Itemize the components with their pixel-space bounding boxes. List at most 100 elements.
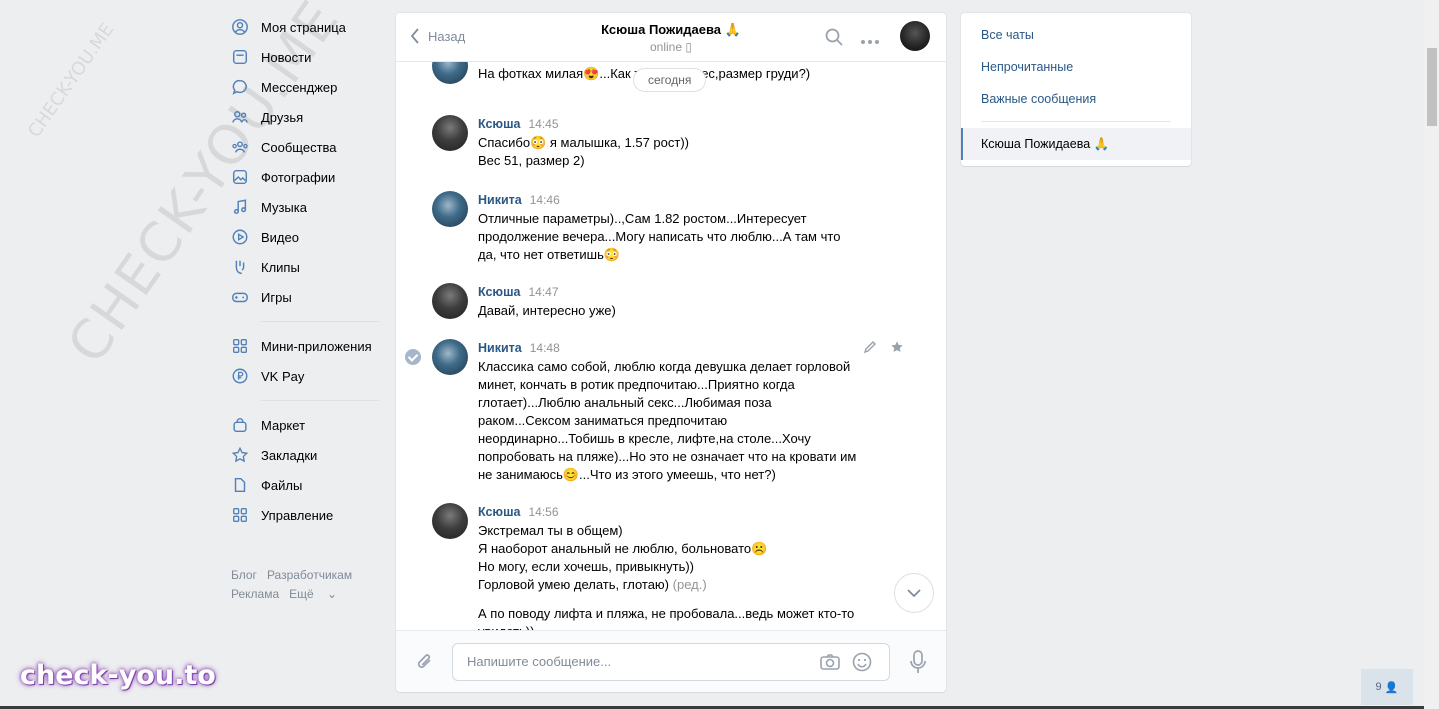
nav-label: Видео [261,229,299,245]
message-icon [231,78,249,96]
nav-item-clips[interactable]: Клипы [231,252,391,282]
chat-header: Назад Ксюша Пожидаева 🙏 online ▯ [396,13,946,62]
nav-item-bookmarks[interactable]: Закладки [231,440,391,470]
nav-item-manage[interactable]: Управление [231,500,391,530]
nav-item-vk-pay[interactable]: VK Pay [231,361,391,391]
chevron-down-icon [907,589,921,597]
more-icon[interactable] [860,33,880,48]
avatar[interactable] [432,191,468,227]
avatar[interactable] [432,115,468,151]
edited-label[interactable]: (ред.) [673,577,707,592]
nav-label: Сообщества [261,139,337,155]
left-navigation: Моя страница Новости Мессенджер Друзья С… [231,12,391,604]
nav-item-files[interactable]: Файлы [231,470,391,500]
message-input[interactable] [465,653,809,670]
nav-item-video[interactable]: Видео [231,222,391,252]
clips-icon [231,258,249,276]
nav-label: Моя страница [261,19,346,35]
nav-item-messenger[interactable]: Мессенджер [231,72,391,102]
edit-icon[interactable] [863,340,877,357]
footer-more-label: Ещё [289,587,314,601]
avatar[interactable] [432,283,468,319]
nav-label: Мини-приложения [261,338,372,354]
nav-item-my-page[interactable]: Моя страница [231,12,391,42]
news-icon [231,48,249,66]
nav-item-friends[interactable]: Друзья [231,102,391,132]
message-time: 14:48 [529,341,560,355]
nav-item-communities[interactable]: Сообщества [231,132,391,162]
filter-unread[interactable]: Непрочитанные [981,60,1073,74]
message-time: 14:56 [528,505,559,519]
online-friends-counter[interactable]: 9 👤 [1361,669,1413,705]
nav-label: Игры [261,289,292,305]
nav-label: Музыка [261,199,307,215]
avatar[interactable] [432,503,468,539]
video-icon [231,228,249,246]
message-author[interactable]: Ксюша 14:45 [478,117,559,131]
microphone-icon[interactable] [908,649,928,678]
nav-item-music[interactable]: Музыка [231,192,391,222]
author-name: Никита [478,193,522,207]
message-author[interactable]: Никита 14:46 [478,193,560,207]
nav-item-photos[interactable]: Фотографии [231,162,391,192]
person-icon: 👤 [1384,681,1399,694]
compose-bar [396,630,946,692]
filter-all-chats[interactable]: Все чаты [981,28,1034,42]
chat-filter-panel: Все чаты Непрочитанные Важные сообщения … [961,13,1191,166]
search-icon[interactable] [824,27,844,50]
emoji-icon[interactable] [852,652,872,675]
nav-item-mini-apps[interactable]: Мини-приложения [231,331,391,361]
nav-label: Фотографии [261,169,336,185]
nav-item-news[interactable]: Новости [231,42,391,72]
nav-item-market[interactable]: Маркет [231,410,391,440]
user-circle-icon [231,18,249,36]
footer-more-link[interactable]: Ещё ⌄ [289,587,347,601]
music-icon [231,198,249,216]
mobile-icon: ▯ [685,40,692,54]
chat-window: Назад Ксюша Пожидаева 🙏 online ▯ сегодня… [396,13,946,692]
nav-item-games[interactable]: Игры [231,282,391,312]
footer-blog-link[interactable]: Блог [231,568,257,582]
bag-icon [231,416,249,434]
nav-divider [261,400,379,401]
message-text: Отличные параметры)..,Сам 1.82 ростом...… [478,211,841,262]
avatar[interactable] [432,339,468,375]
footer-devs-link[interactable]: Разработчикам [267,568,352,582]
select-check-icon[interactable] [405,349,421,365]
message-time: 14:46 [529,193,560,207]
message-author[interactable]: Никита 14:48 [478,341,560,355]
nav-label: Друзья [261,109,304,125]
panel-divider [981,121,1171,122]
nav-label: VK Pay [261,368,305,384]
footer-ads-link[interactable]: Реклама [231,587,279,601]
nav-label: Маркет [261,417,306,433]
message-text: Спасибо😳 я малышка, 1.57 рост)) Вес 51, … [478,135,689,168]
message-time: 14:47 [528,285,559,299]
file-icon [231,476,249,494]
message-input-box [452,643,890,681]
nav-label: Закладки [261,447,318,463]
ruble-icon [231,367,249,385]
active-chat-item[interactable]: Ксюша Пожидаева 🙏 [961,128,1191,160]
avatar[interactable] [432,62,468,84]
author-name: Ксюша [478,505,521,519]
star-icon[interactable] [890,340,904,357]
scrollbar-thumb[interactable] [1427,48,1437,126]
attach-icon[interactable] [414,651,436,676]
filter-important[interactable]: Важные сообщения [981,92,1096,106]
page-scrollbar[interactable] [1424,0,1439,709]
author-name: Ксюша [478,117,521,131]
chevron-down-icon: ⌄ [327,587,338,601]
date-pill: сегодня [633,68,707,92]
message-time: 14:45 [528,117,559,131]
message-author[interactable]: Ксюша 14:47 [478,285,559,299]
nav-label: Управление [261,507,334,523]
nav-label: Мессенджер [261,79,338,95]
message-author[interactable]: Ксюша 14:56 [478,505,559,519]
message-text: А по поводу лифта и пляжа, не пробовала.… [478,606,855,630]
message-text: Давай, интересно уже) [478,303,616,318]
camera-icon[interactable] [819,652,841,675]
scroll-down-button[interactable] [894,573,934,613]
peer-avatar[interactable] [900,21,930,51]
online-count: 9 [1375,681,1382,693]
